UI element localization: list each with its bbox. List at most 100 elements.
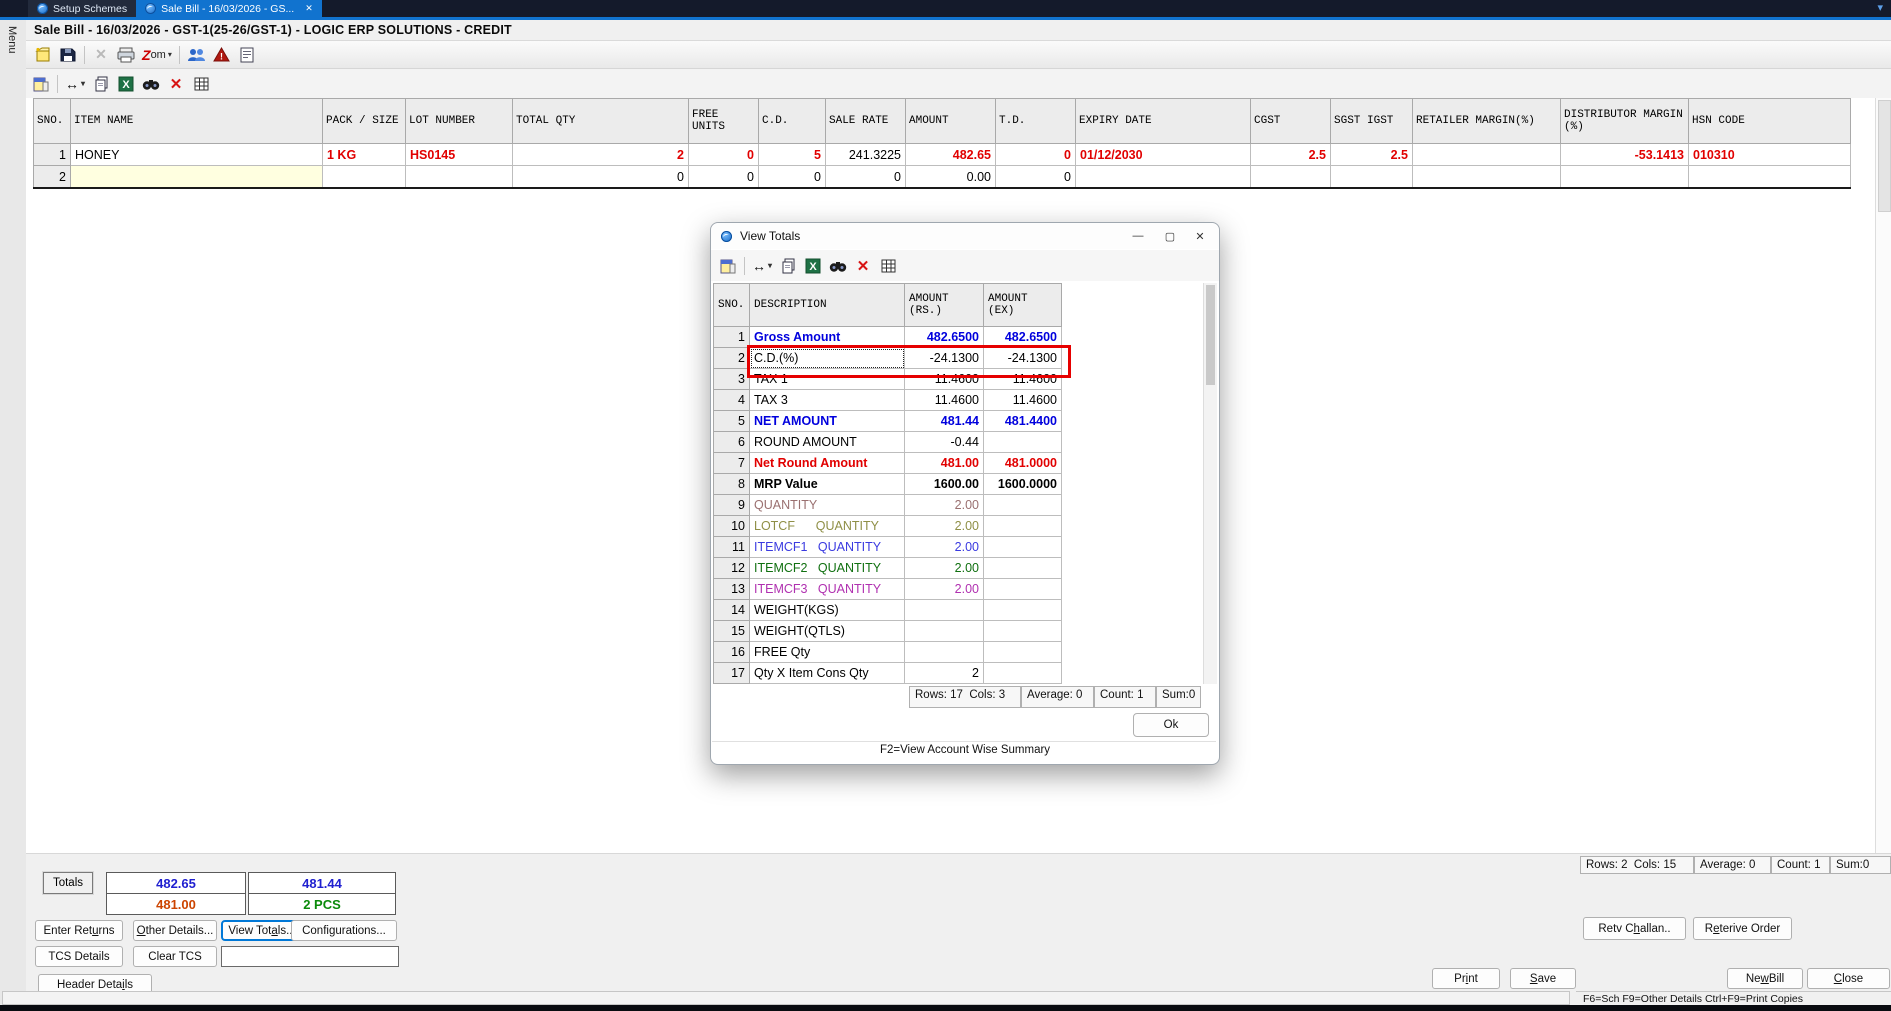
amount-ex-cell[interactable] [984,621,1062,642]
grid-settings-icon[interactable] [192,74,210,94]
amount-ex-cell[interactable]: 481.4400 [984,411,1062,432]
amount-rs-cell[interactable]: 2.00 [905,495,984,516]
column-header[interactable]: AMOUNT (EX) [984,284,1062,327]
copy-icon[interactable] [779,256,797,276]
grid-cell[interactable]: -53.1413 [1561,144,1689,166]
amount-rs-cell[interactable] [905,600,984,621]
description-cell[interactable]: QUANTITY [750,495,905,516]
description-cell[interactable]: NET AMOUNT [750,411,905,432]
other-details-button[interactable]: Other Details... [133,920,217,941]
amount-rs-cell[interactable]: 481.44 [905,411,984,432]
grid-cell[interactable]: 0 [826,166,906,189]
amount-rs-cell[interactable]: 2 [905,663,984,684]
find-binoculars-icon[interactable] [142,74,160,94]
amount-rs-cell[interactable]: 2.00 [905,579,984,600]
tcs-details-button[interactable]: TCS Details [35,946,123,967]
column-header[interactable]: TOTAL QTY [513,99,689,144]
row-number[interactable]: 14 [714,600,750,621]
row-number[interactable]: 16 [714,642,750,663]
grid-cell[interactable]: 0 [513,166,689,189]
bill-items-grid[interactable]: SNO.ITEM NAMEPACK / SIZELOT NUMBERTOTAL … [33,98,1851,189]
grid-cell[interactable]: 0.00 [906,166,996,189]
zoom-dropdown-icon[interactable]: Zom▾ [142,45,172,65]
grid-cell[interactable]: 010310 [1689,144,1851,166]
print-button[interactable]: Print [1432,968,1500,989]
description-cell[interactable]: ROUND AMOUNT [750,432,905,453]
close-icon[interactable]: ✕ [1185,225,1215,247]
grid-cell[interactable] [1076,166,1251,189]
grid-cell[interactable]: 1 KG [323,144,406,166]
grid-cell[interactable] [1413,144,1561,166]
column-header[interactable]: PACK / SIZE [323,99,406,144]
grid-cell[interactable]: 01/12/2030 [1076,144,1251,166]
column-header[interactable]: ITEM NAME [71,99,323,144]
amount-ex-cell[interactable] [984,642,1062,663]
excel-export-icon[interactable]: X [804,256,822,276]
description-cell[interactable]: TAX 1 [750,369,905,390]
row-number[interactable]: 17 [714,663,750,684]
column-header[interactable]: C.D. [759,99,826,144]
column-header[interactable]: FREE UNITS [689,99,759,144]
excel-export-icon[interactable]: X [117,74,135,94]
grid-cell[interactable] [1251,166,1331,189]
grid-cell[interactable] [323,166,406,189]
row-number[interactable]: 2 [34,166,71,189]
amount-rs-cell[interactable]: 2.00 [905,516,984,537]
grid-cell[interactable]: 2.5 [1331,144,1413,166]
amount-rs-cell[interactable]: 11.4600 [905,390,984,411]
grid-cell[interactable] [406,166,513,189]
amount-ex-cell[interactable] [984,537,1062,558]
delete-row-icon[interactable]: ✕ [167,74,185,94]
row-number[interactable]: 1 [34,144,71,166]
column-header[interactable]: HSN CODE [1689,99,1851,144]
row-number[interactable]: 12 [714,558,750,579]
clear-tcs-button[interactable]: Clear TCS [133,946,217,967]
amount-rs-cell[interactable]: 1600.00 [905,474,984,495]
amount-ex-cell[interactable]: 11.4600 [984,369,1062,390]
column-resize-icon[interactable]: ↔▾ [752,256,772,276]
amount-rs-cell[interactable]: 2.00 [905,558,984,579]
amount-ex-cell[interactable]: 481.0000 [984,453,1062,474]
tab-sale-bill[interactable]: Sale Bill - 16/03/2026 - GS... ✕ [136,0,322,17]
grid-cell[interactable]: 5 [759,144,826,166]
grid-cell[interactable]: HS0145 [406,144,513,166]
column-header[interactable]: DESCRIPTION [750,284,905,327]
amount-ex-cell[interactable]: 482.6500 [984,327,1062,348]
menu-strip[interactable]: Menu [0,20,27,1006]
column-header[interactable]: CGST [1251,99,1331,144]
row-number[interactable]: 6 [714,432,750,453]
grid-cell[interactable]: 241.3225 [826,144,906,166]
save-button[interactable]: Save [1510,968,1576,989]
retv-challan-button[interactable]: Retv Challan.. [1583,917,1686,940]
column-header[interactable]: LOT NUMBER [406,99,513,144]
amount-ex-cell[interactable] [984,579,1062,600]
row-number[interactable]: 3 [714,369,750,390]
amount-ex-cell[interactable] [984,432,1062,453]
amount-ex-cell[interactable] [984,516,1062,537]
find-binoculars-icon[interactable] [829,256,847,276]
vertical-scrollbar[interactable] [1875,98,1891,853]
description-cell[interactable]: C.D.(%) [750,348,905,369]
amount-ex-cell[interactable]: 1600.0000 [984,474,1062,495]
close-button[interactable]: Close [1807,968,1890,989]
notepad-icon[interactable] [719,256,737,276]
menu-vertical-label[interactable]: Menu [6,26,18,54]
column-header[interactable]: AMOUNT (RS.) [905,284,984,327]
row-number[interactable]: 7 [714,453,750,474]
row-number[interactable]: 8 [714,474,750,495]
delete-row-icon[interactable]: ✕ [854,256,872,276]
grid-cell[interactable] [1561,166,1689,189]
description-cell[interactable]: WEIGHT(QTLS) [750,621,905,642]
description-cell[interactable]: WEIGHT(KGS) [750,600,905,621]
column-header[interactable]: RETAILER MARGIN(%) [1413,99,1561,144]
column-header[interactable]: SALE RATE [826,99,906,144]
amount-ex-cell[interactable] [984,495,1062,516]
amount-ex-cell[interactable] [984,558,1062,579]
amount-ex-cell[interactable]: -24.1300 [984,348,1062,369]
column-header[interactable]: SGST IGST [1331,99,1413,144]
row-number[interactable]: 11 [714,537,750,558]
amount-rs-cell[interactable]: -0.44 [905,432,984,453]
description-cell[interactable]: MRP Value [750,474,905,495]
grid-settings-icon[interactable] [879,256,897,276]
scrollbar-thumb[interactable] [1206,285,1215,385]
